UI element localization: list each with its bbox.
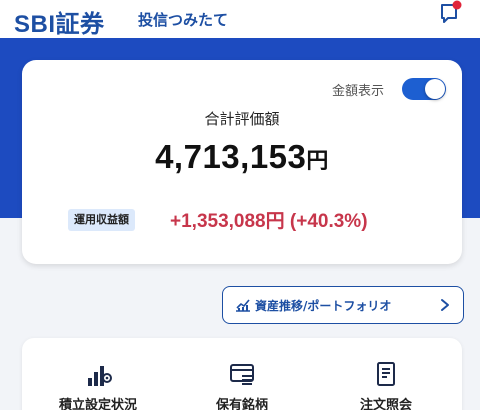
amount-display-label: 金額表示 bbox=[332, 84, 385, 99]
total-value-unit: 円 bbox=[306, 148, 329, 173]
notification-dot bbox=[452, 0, 462, 10]
total-value-amount: 4,713,153 bbox=[155, 138, 307, 175]
message-bubble-icon[interactable] bbox=[436, 0, 466, 26]
chevron-right-icon bbox=[441, 299, 449, 311]
chart-icon bbox=[236, 299, 250, 312]
total-value-label: 合計評価額 bbox=[204, 110, 280, 128]
card-list-icon bbox=[230, 364, 254, 385]
menu-item-holdings[interactable]: 保有銘柄 bbox=[182, 360, 302, 410]
document-icon bbox=[377, 362, 395, 386]
menu-item-accumulation-settings[interactable]: 積立設定状況 bbox=[38, 360, 158, 410]
menu-item-label: 注文照会 bbox=[359, 398, 412, 410]
quick-menu: 積立設定状況 保有銘柄 注文照会 bbox=[22, 338, 462, 410]
profit-value: +1,353,088円 (+40.3%) bbox=[170, 211, 368, 232]
app-header: SBI証券 投信つみたて bbox=[0, 0, 480, 38]
asset-trend-portfolio-label: 資産推移/ポートフォリオ bbox=[255, 299, 392, 313]
bar-chart-gear-icon bbox=[88, 366, 112, 386]
asset-summary-card: 金額表示 合計評価額 4,713,153円 運用収益額 +1,353,088円 … bbox=[22, 60, 462, 264]
menu-item-label: 積立設定状況 bbox=[58, 398, 137, 410]
toggle-knob bbox=[425, 79, 445, 99]
profit-label-tag: 運用収益額 bbox=[68, 209, 135, 231]
amount-display-toggle[interactable] bbox=[402, 78, 446, 100]
asset-trend-portfolio-button[interactable]: 資産推移/ポートフォリオ bbox=[222, 286, 464, 324]
total-value: 4,713,153円 bbox=[22, 138, 462, 176]
brand-logo: SBI証券 bbox=[14, 11, 105, 38]
menu-item-label: 保有銘柄 bbox=[215, 398, 268, 410]
menu-item-order-inquiry[interactable]: 注文照会 bbox=[326, 360, 446, 410]
app-subtitle: 投信つみたて bbox=[138, 11, 229, 29]
